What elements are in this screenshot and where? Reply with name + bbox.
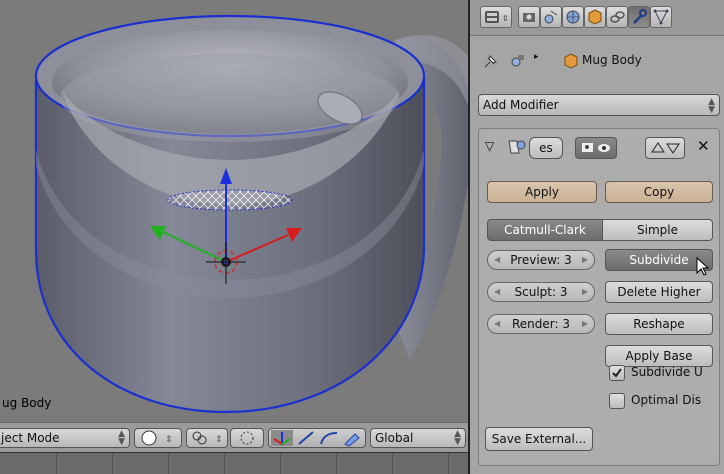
tab-scene[interactable]	[540, 6, 562, 28]
updown-icon: ▲ ▼	[708, 97, 715, 115]
tab-constraints[interactable]	[606, 6, 628, 28]
increment-icon[interactable]: ▶	[582, 251, 588, 269]
delete-higher-button[interactable]: Delete Higher	[605, 281, 713, 303]
save-external-button[interactable]: Save External...	[485, 427, 593, 451]
proportional-edit-button[interactable]	[230, 428, 264, 448]
scene-icon	[544, 10, 558, 24]
modifier-name-text: es	[539, 141, 553, 155]
manipulator-icons	[271, 430, 360, 447]
catmull-label: Catmull-Clark	[504, 223, 586, 237]
tab-modifiers[interactable]	[628, 6, 650, 28]
object-cube-icon	[588, 9, 602, 25]
checkmark-icon	[612, 368, 622, 378]
svg-text:⇕: ⇕	[165, 435, 173, 445]
pivot-icon: ⇕	[192, 431, 223, 445]
editor-type-button[interactable]: ⇕	[480, 6, 512, 28]
collapse-triangle-icon[interactable]: ▽	[485, 139, 494, 153]
scene-icon	[511, 55, 524, 67]
apply-label: Apply	[525, 185, 559, 199]
subdivide-uvs-label: Subdivide U	[631, 365, 703, 379]
save-external-label: Save External...	[491, 432, 587, 446]
optimal-display-checkbox[interactable]	[609, 393, 625, 409]
wrench-icon	[633, 9, 647, 24]
modifier-name-field[interactable]: es	[529, 137, 563, 159]
world-icon	[566, 10, 580, 24]
mode-label: ject Mode	[1, 431, 60, 445]
camera-eye-icons	[582, 143, 610, 152]
preview-levels-field[interactable]: ◀ Preview: 3 ▶	[487, 250, 595, 270]
decrement-icon[interactable]: ◀	[494, 283, 500, 301]
decrement-icon[interactable]: ◀	[494, 315, 500, 333]
multires-modifier-panel: ▽ es ✕ Apply Copy Catmull-Clark Simple ◀…	[478, 128, 720, 466]
move-arrows-icon	[651, 142, 680, 154]
subdivide-label: Subdivide	[629, 253, 689, 267]
3d-viewport[interactable]: ug Body ject Mode ▲ ▼ ⇕ ⇕ Global ▲ ▼	[0, 0, 470, 474]
preview-label: Preview: 3	[510, 253, 572, 267]
breadcrumb-separator-icon: ▸	[534, 52, 539, 62]
apply-base-button[interactable]: Apply Base	[605, 345, 713, 367]
sphere-shading-icon: ⇕	[141, 430, 173, 446]
render-label: Render: 3	[511, 317, 570, 331]
copy-label: Copy	[643, 185, 675, 199]
mug-body	[34, 14, 426, 414]
modifier-type-icon	[508, 140, 526, 154]
add-modifier-label: Add Modifier	[483, 98, 559, 112]
reshape-label: Reshape	[633, 317, 685, 331]
tab-world[interactable]	[562, 6, 584, 28]
sculpt-levels-field[interactable]: ◀ Sculpt: 3 ▶	[487, 282, 595, 302]
properties-editor: ⇕ ▸ Mug Body Add Modifier ▲ ▼ ▽ es ✕ Appl…	[470, 0, 724, 474]
updown-icon: ▲ ▼	[454, 429, 461, 447]
increment-icon[interactable]: ▶	[582, 283, 588, 301]
simple-label: Simple	[637, 223, 678, 237]
decrement-icon[interactable]: ◀	[494, 251, 500, 269]
reshape-button[interactable]: Reshape	[605, 313, 713, 335]
mouse-cursor-icon	[696, 257, 710, 276]
object-cube-icon	[564, 53, 578, 69]
breadcrumb-object-name: Mug Body	[582, 53, 642, 67]
properties-editor-icon: ⇕	[485, 11, 509, 23]
viewport-object-name: ug Body	[2, 396, 52, 410]
tab-object[interactable]	[584, 6, 606, 28]
viewport-header: ject Mode ▲ ▼ ⇕ ⇕ Global ▲ ▼	[0, 422, 468, 452]
camera-icon	[523, 13, 535, 22]
dotted-circle-icon	[240, 431, 254, 445]
close-icon[interactable]: ✕	[697, 137, 710, 155]
breadcrumb: ▸ Mug Body	[478, 48, 718, 72]
timeline-strip[interactable]	[0, 452, 468, 474]
copy-button[interactable]: Copy	[605, 181, 713, 203]
apply-button[interactable]: Apply	[487, 181, 597, 203]
render-levels-field[interactable]: ◀ Render: 3 ▶	[487, 314, 595, 334]
move-up-down-buttons[interactable]	[645, 137, 685, 159]
mug-scene	[34, 14, 468, 414]
delete-higher-label: Delete Higher	[617, 285, 701, 299]
sculpt-label: Sculpt: 3	[514, 285, 568, 299]
chain-link-icon	[610, 11, 625, 23]
catmull-clark-option[interactable]: Catmull-Clark	[487, 219, 603, 241]
svg-text:⇕: ⇕	[215, 435, 223, 445]
pin-icon[interactable]	[482, 52, 500, 70]
mesh-data-icon	[653, 9, 669, 25]
updown-icon: ▲ ▼	[118, 429, 125, 447]
orientation-dropdown[interactable]: Global ▲ ▼	[370, 428, 466, 448]
simple-option[interactable]: Simple	[602, 219, 713, 241]
pivot-point-dropdown[interactable]: ⇕	[186, 428, 228, 448]
optimal-display-label: Optimal Dis	[631, 393, 702, 407]
increment-icon[interactable]: ▶	[582, 315, 588, 333]
manipulator-toggles[interactable]	[268, 428, 366, 448]
tab-render[interactable]	[518, 6, 540, 28]
tab-data[interactable]	[650, 6, 672, 28]
svg-text:⇕: ⇕	[502, 14, 509, 23]
mode-dropdown[interactable]: ject Mode ▲ ▼	[0, 428, 130, 448]
orientation-label: Global	[375, 431, 414, 445]
apply-base-label: Apply Base	[625, 349, 693, 363]
subdivide-uvs-checkbox[interactable]	[609, 365, 625, 381]
add-modifier-dropdown[interactable]: Add Modifier ▲ ▼	[478, 94, 720, 116]
render-display-toggles[interactable]	[575, 137, 617, 159]
properties-header: ⇕	[470, 0, 724, 36]
viewport-shading-dropdown[interactable]: ⇕	[134, 428, 182, 448]
